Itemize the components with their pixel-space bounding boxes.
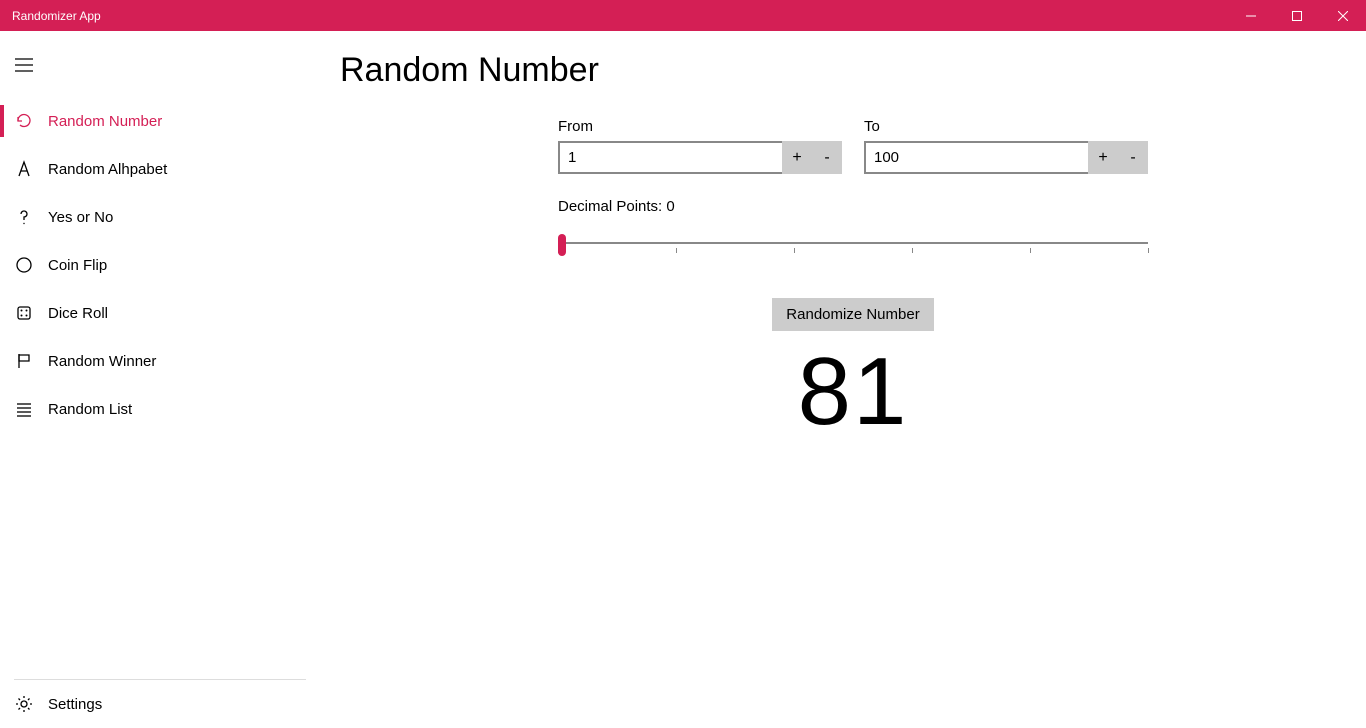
question-icon <box>0 208 48 226</box>
slider-tick <box>1148 248 1149 253</box>
flag-icon <box>0 352 48 370</box>
decimal-points-slider[interactable] <box>558 234 1148 264</box>
decimal-points-label: Decimal Points: 0 <box>558 198 675 215</box>
sidebar-item-coin-flip[interactable]: Coin Flip <box>0 241 320 289</box>
sidebar-item-label: Random Winner <box>48 353 156 370</box>
sidebar-item-label: Yes or No <box>48 209 113 226</box>
titlebar: Randomizer App <box>0 0 1366 31</box>
sidebar-item-random-alphabet[interactable]: Random Alhpabet <box>0 145 320 193</box>
close-button[interactable] <box>1320 0 1366 31</box>
sidebar-item-yes-or-no[interactable]: Yes or No <box>0 193 320 241</box>
circle-icon <box>0 256 48 274</box>
list-icon <box>0 400 48 418</box>
sidebar-item-label: Coin Flip <box>48 257 107 274</box>
from-decrement-button[interactable]: - <box>812 141 842 174</box>
app-title: Randomizer App <box>12 9 101 23</box>
main-content: Random Number From + - To <box>320 31 1366 728</box>
to-increment-button[interactable]: + <box>1088 141 1118 174</box>
sidebar-item-label: Settings <box>48 696 102 713</box>
to-input[interactable] <box>864 141 1088 174</box>
slider-tick <box>912 248 913 253</box>
sidebar-item-label: Dice Roll <box>48 305 108 322</box>
from-label: From <box>558 118 842 135</box>
randomize-button[interactable]: Randomize Number <box>772 298 933 331</box>
dice-icon <box>0 304 48 322</box>
sidebar-item-label: Random Number <box>48 113 162 130</box>
slider-track <box>562 242 1148 244</box>
sidebar-item-dice-roll[interactable]: Dice Roll <box>0 289 320 337</box>
refresh-icon <box>0 112 48 130</box>
result-value: 81 <box>558 337 1148 447</box>
to-label: To <box>864 118 1148 135</box>
sidebar-item-random-winner[interactable]: Random Winner <box>0 337 320 385</box>
gear-icon <box>0 695 48 713</box>
from-input[interactable] <box>558 141 782 174</box>
letter-a-icon <box>0 160 48 178</box>
slider-tick <box>676 248 677 253</box>
maximize-button[interactable] <box>1274 0 1320 31</box>
to-decrement-button[interactable]: - <box>1118 141 1148 174</box>
hamburger-button[interactable] <box>0 41 48 89</box>
sidebar-item-label: Random Alhpabet <box>48 161 167 178</box>
sidebar-item-random-list[interactable]: Random List <box>0 385 320 433</box>
window-controls <box>1228 0 1366 31</box>
sidebar-item-settings[interactable]: Settings <box>0 680 320 728</box>
sidebar-item-label: Random List <box>48 401 132 418</box>
from-increment-button[interactable]: + <box>782 141 812 174</box>
minimize-button[interactable] <box>1228 0 1274 31</box>
slider-tick <box>794 248 795 253</box>
sidebar-item-random-number[interactable]: Random Number <box>0 97 320 145</box>
page-title: Random Number <box>340 51 1326 90</box>
sidebar: Random Number Random Alhpabet Yes or No … <box>0 31 320 728</box>
slider-thumb[interactable] <box>558 234 566 256</box>
slider-tick <box>1030 248 1031 253</box>
